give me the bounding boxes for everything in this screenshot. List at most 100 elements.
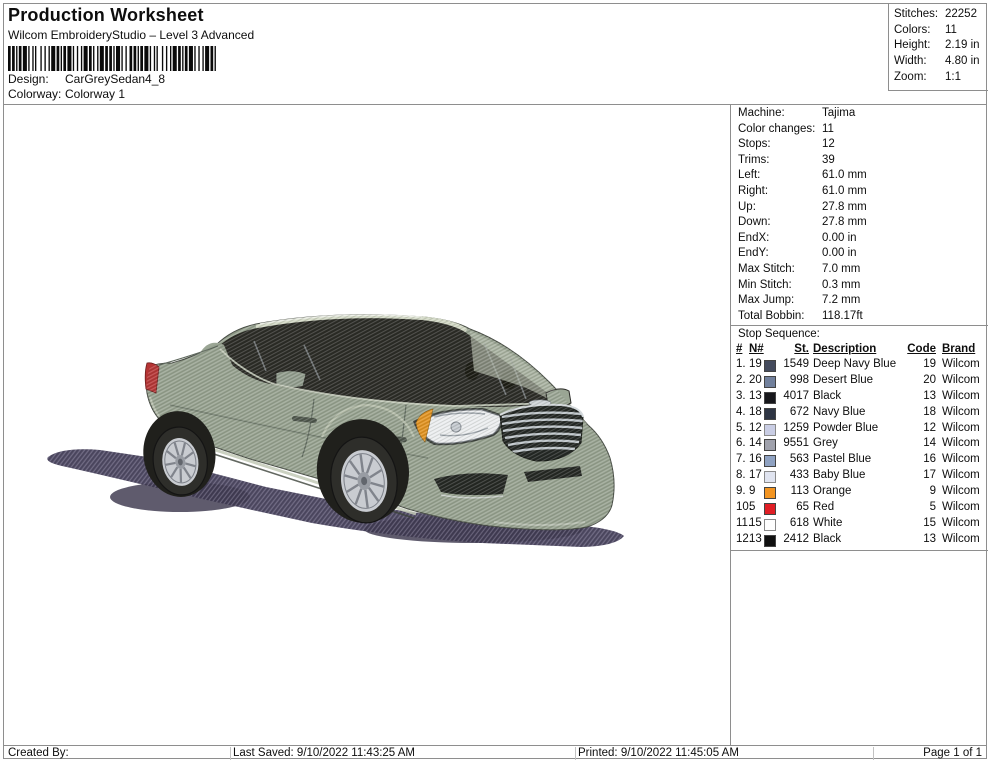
col-description: Description (813, 343, 877, 355)
machine-info-row-value: 0.00 in (822, 247, 857, 260)
thread-row: 1. 19 1549 Deep Navy Blue 19 Wilcom (731, 358, 988, 374)
machine-info-row: Max Jump: 7.2 mm (738, 294, 986, 310)
thread-code: 9 (929, 485, 936, 498)
machine-info-row: Min Stitch: 0.3 mm (738, 279, 986, 295)
design-preview-canvas (4, 105, 730, 745)
thread-brand: Wilcom (942, 373, 980, 386)
row-number: 4. (736, 405, 746, 418)
software-name: Wilcom EmbroideryStudio – Level 3 Advanc… (8, 28, 255, 42)
thread-code: 15 (923, 516, 936, 529)
stitch-count: 65 (796, 501, 809, 514)
summary-row: Stitches: 22252 (894, 8, 986, 24)
summary-row-label: Colors: (894, 23, 931, 36)
col-stitches: St. (794, 343, 809, 355)
needle-number: 13 (749, 389, 762, 402)
col-number: # (736, 343, 743, 355)
thread-name: White (813, 516, 843, 529)
barcode (8, 46, 216, 71)
thread-code: 13 (923, 532, 936, 545)
machine-info-row-value: 0.00 in (822, 231, 857, 244)
thread-brand: Wilcom (942, 516, 980, 529)
machine-info-row: Up: 27.8 mm (738, 201, 986, 217)
footer-divider (575, 747, 576, 760)
footer-divider (230, 747, 231, 760)
summary-row-label: Stitches: (894, 8, 939, 20)
machine-info-row-label: Trims: (738, 153, 770, 166)
stop-sequence-rows: 1. 19 1549 Deep Navy Blue 19 Wilcom 2. 20 998 Des… (731, 358, 988, 549)
machine-info-row: Right: 61.0 mm (738, 185, 986, 201)
needle-number: 20 (749, 373, 762, 386)
needle-number: 19 (749, 358, 762, 370)
thread-brand: Wilcom (942, 405, 980, 418)
machine-info-row-label: Right: (738, 184, 769, 197)
col-code: Code (907, 343, 936, 355)
thread-code: 12 (923, 421, 936, 434)
summary-row: Zoom: 1:1 (894, 71, 986, 87)
machine-info-row-value: Tajima (822, 107, 856, 119)
thread-brand: Wilcom (942, 469, 980, 482)
thread-row: 7. 16 563 Pastel Blue 16 Wilcom (731, 453, 988, 469)
machine-info-row: EndX: 0.00 in (738, 232, 986, 248)
thread-brand: Wilcom (942, 437, 980, 450)
machine-info-row-value: 7.0 mm (822, 262, 861, 275)
row-number: 1. (736, 358, 746, 370)
machine-info-row-value: 118.17ft (822, 309, 863, 322)
stitch-count: 4017 (783, 389, 809, 402)
machine-info-row-label: Min Stitch: (738, 278, 792, 291)
last-saved: Last Saved: 9/10/2022 11:43:25 AM (233, 747, 416, 759)
thread-row: 3. 13 4017 Black 13 Wilcom (731, 390, 988, 406)
machine-info-row-value: 39 (822, 153, 835, 166)
thread-code: 16 (923, 453, 936, 466)
row-number: 6. (736, 437, 746, 450)
stitch-count: 563 (789, 453, 809, 466)
col-needle: N# (749, 343, 764, 355)
thread-row: 6. 14 9551 Grey 14 Wilcom (731, 437, 988, 453)
machine-info-row-label: Max Jump: (738, 294, 795, 307)
needle-number: 12 (749, 421, 762, 434)
stop-sequence-title: Stop Sequence: (738, 328, 820, 340)
machine-info-row: EndY: 0.00 in (738, 247, 986, 263)
needle-number: 9 (749, 485, 756, 498)
thread-color-swatch (764, 423, 776, 436)
design-row: Design: CarGreySedan4_8 (8, 72, 165, 86)
machine-info-row-label: Left: (738, 169, 761, 182)
footer-bar: Created By: Last Saved: 9/10/2022 11:43:… (3, 745, 987, 760)
thread-row: 11. 15 618 White 15 Wilcom (731, 517, 988, 533)
machine-info-row: Down: 27.8 mm (738, 216, 986, 232)
printed-stamp: Printed: 9/10/2022 11:45:05 AM (578, 747, 739, 759)
thread-row: 12. 13 2412 Black 13 Wilcom (731, 533, 988, 549)
machine-info-row-label: EndY: (738, 247, 769, 260)
created-by: Created By: (8, 747, 69, 759)
details-panel: Machine: Tajima Color changes: 11 Stops: 12 Tr… (730, 105, 988, 745)
machine-info-row-value: 27.8 mm (822, 216, 867, 229)
stitch-count: 618 (789, 516, 809, 529)
needle-number: 13 (749, 532, 762, 545)
thread-name: Desert Blue (813, 373, 874, 386)
stitch-count: 998 (789, 373, 809, 386)
summary-row: Height: 2.19 in (894, 39, 986, 55)
summary-row-value: 22252 (945, 8, 977, 20)
thread-name: Baby Blue (813, 469, 866, 482)
machine-info-row-value: 61.0 mm (822, 169, 867, 182)
thread-code: 14 (923, 437, 936, 450)
thread-color-swatch (764, 534, 776, 547)
thread-name: Black (813, 532, 842, 545)
thread-name: Black (813, 389, 842, 402)
row-number: 2. (736, 373, 746, 386)
colorway-name: Colorway 1 (65, 87, 126, 101)
machine-info-row-label: Up: (738, 200, 756, 213)
stitch-count: 433 (789, 469, 809, 482)
summary-row-value: 4.80 in (945, 55, 980, 68)
machine-info-row-value: 12 (822, 138, 835, 151)
thread-color-swatch (764, 518, 776, 531)
page-indicator: Page 1 of 1 (923, 747, 982, 759)
thread-color-swatch (764, 455, 776, 468)
thread-row: 2. 20 998 Desert Blue 20 Wilcom (731, 374, 988, 390)
thread-row: 5. 12 1259 Powder Blue 12 Wilcom (731, 422, 988, 438)
stitch-count: 2412 (783, 532, 809, 545)
machine-info-row-label: Color changes: (738, 122, 816, 135)
machine-info-row-label: Machine: (738, 107, 785, 119)
footer-divider (873, 747, 874, 760)
machine-info-row-label: EndX: (738, 231, 770, 244)
machine-info-row: Stops: 12 (738, 138, 986, 154)
